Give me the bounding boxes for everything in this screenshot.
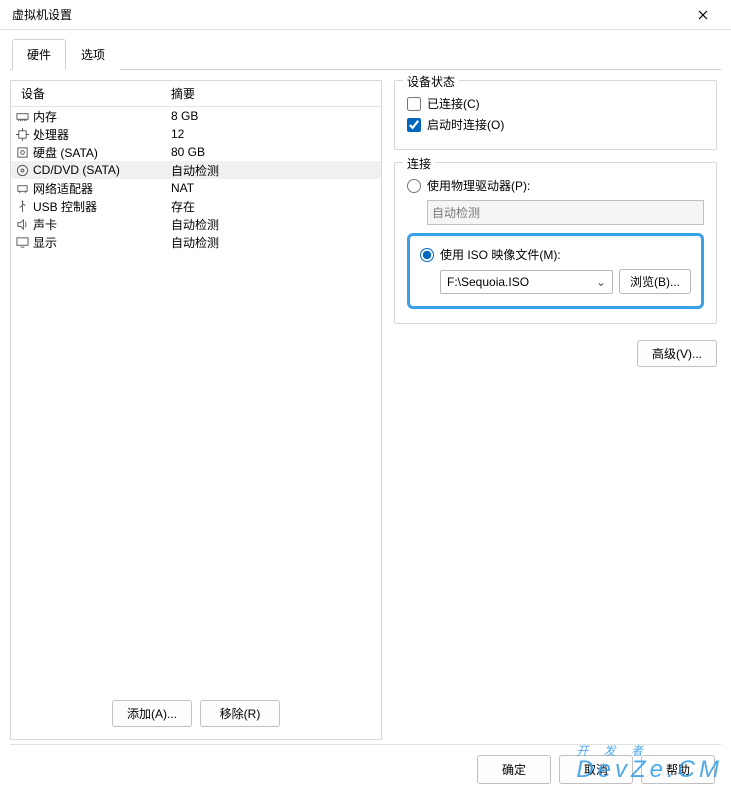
add-button[interactable]: 添加(A)... (112, 700, 192, 727)
device-row[interactable]: 内存8 GB (11, 107, 381, 125)
iso-file-radio[interactable] (420, 248, 434, 262)
connected-checkbox[interactable] (407, 97, 421, 111)
device-row[interactable]: 网络适配器NAT (11, 179, 381, 197)
device-row[interactable]: 硬盘 (SATA)80 GB (11, 143, 381, 161)
iso-file-select[interactable]: F:\Sequoia.ISO ⌄ (440, 270, 613, 294)
physical-drive-select: 自动检测 (427, 200, 704, 225)
tab-hardware[interactable]: 硬件 (12, 39, 66, 70)
device-summary: 自动检测 (171, 162, 381, 179)
usb-icon (11, 200, 33, 213)
device-summary: 自动检测 (171, 216, 381, 233)
device-summary: 12 (171, 127, 381, 141)
device-summary: NAT (171, 181, 381, 195)
device-status-group: 设备状态 已连接(C) 启动时连接(O) (394, 80, 717, 150)
device-row[interactable]: 处理器12 (11, 125, 381, 143)
device-table-header: 设备 摘要 (11, 81, 381, 107)
cancel-button[interactable]: 取消 (559, 755, 633, 784)
iso-file-value: F:\Sequoia.ISO (447, 275, 529, 289)
device-row[interactable]: 声卡自动检测 (11, 215, 381, 233)
memory-icon (11, 110, 33, 123)
connect-at-poweron-checkbox[interactable] (407, 118, 421, 132)
device-name: CD/DVD (SATA) (33, 163, 171, 177)
dialog-footer: 确定 取消 帮助 (10, 744, 721, 794)
physical-drive-label[interactable]: 使用物理驱动器(P): (427, 177, 530, 194)
header-device: 设备 (11, 85, 171, 102)
display-icon (11, 236, 33, 249)
remove-button[interactable]: 移除(R) (200, 700, 280, 727)
device-name: USB 控制器 (33, 198, 171, 215)
device-name: 硬盘 (SATA) (33, 144, 171, 161)
connection-title: 连接 (403, 155, 435, 172)
device-row[interactable]: CD/DVD (SATA)自动检测 (11, 161, 381, 179)
device-row[interactable]: USB 控制器存在 (11, 197, 381, 215)
device-name: 显示 (33, 234, 171, 251)
device-summary: 80 GB (171, 145, 381, 159)
help-button[interactable]: 帮助 (641, 755, 715, 784)
device-panel: 设备 摘要 内存8 GB处理器12硬盘 (SATA)80 GBCD/DVD (S… (10, 80, 382, 740)
chevron-down-icon: ⌄ (596, 275, 606, 289)
device-name: 声卡 (33, 216, 171, 233)
iso-highlight-box: 使用 ISO 映像文件(M): F:\Sequoia.ISO ⌄ 浏览(B)..… (407, 233, 704, 309)
disk-icon (11, 146, 33, 159)
device-name: 处理器 (33, 126, 171, 143)
device-name: 网络适配器 (33, 180, 171, 197)
browse-button[interactable]: 浏览(B)... (619, 269, 691, 294)
device-summary: 8 GB (171, 109, 381, 123)
close-icon (698, 10, 708, 20)
device-table: 设备 摘要 内存8 GB处理器12硬盘 (SATA)80 GBCD/DVD (S… (11, 81, 381, 688)
connected-label[interactable]: 已连接(C) (427, 95, 480, 112)
advanced-button[interactable]: 高级(V)... (637, 340, 717, 367)
device-name: 内存 (33, 108, 171, 125)
device-status-title: 设备状态 (403, 73, 459, 90)
cd-icon (11, 164, 33, 177)
physical-drive-radio[interactable] (407, 179, 421, 193)
cpu-icon (11, 128, 33, 141)
sound-icon (11, 218, 33, 231)
connect-at-poweron-label[interactable]: 启动时连接(O) (427, 116, 504, 133)
device-row[interactable]: 显示自动检测 (11, 233, 381, 251)
tabs: 硬件 选项 (10, 38, 721, 70)
device-summary: 自动检测 (171, 234, 381, 251)
network-icon (11, 182, 33, 195)
settings-panel: 设备状态 已连接(C) 启动时连接(O) 连接 使用物理驱动器(P): 自动检测 (394, 80, 721, 740)
tab-options[interactable]: 选项 (66, 39, 120, 70)
connection-group: 连接 使用物理驱动器(P): 自动检测 使用 ISO 映像文件(M): F (394, 162, 717, 324)
titlebar: 虚拟机设置 (0, 0, 731, 30)
ok-button[interactable]: 确定 (477, 755, 551, 784)
window-title: 虚拟机设置 (8, 6, 683, 23)
header-summary: 摘要 (171, 85, 381, 102)
close-button[interactable] (683, 1, 723, 29)
device-summary: 存在 (171, 198, 381, 215)
iso-file-label[interactable]: 使用 ISO 映像文件(M): (440, 246, 561, 263)
